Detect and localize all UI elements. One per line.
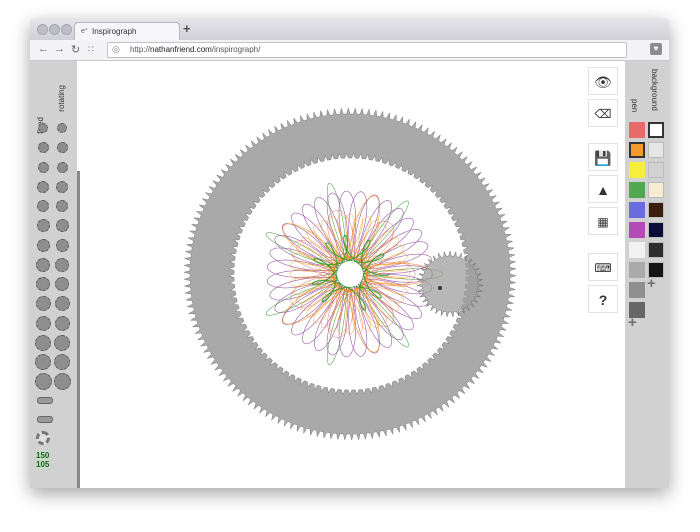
browser-window: e° Inspirograph + ← → ↻ ∷ ◎ http://natha… [30,18,669,488]
rotating-gear-option[interactable] [54,354,70,370]
pen-color-swatch[interactable] [629,202,645,218]
url-text: http://nathanfriend.com/inspirograph/ [130,45,261,54]
rotating-gear-option[interactable] [54,296,70,311]
fixed-gear-option[interactable] [37,142,49,153]
rotating-gear-option[interactable] [56,142,68,153]
fixed-gear-option[interactable] [37,161,49,173]
help-button[interactable]: ? [588,285,618,313]
fixed-gear-option[interactable] [35,354,51,370]
fixed-gear-option[interactable] [35,296,51,311]
rotating-gear-option[interactable] [55,219,69,232]
rotating-gear-option[interactable] [56,161,68,173]
fixed-gear-option[interactable] [37,200,49,212]
keyboard-icon[interactable]: ⌨ [588,253,618,281]
pen-hole [438,286,442,290]
background-color-swatch[interactable] [648,242,664,258]
background-color-swatch[interactable] [648,162,664,178]
app-content: fixed rotating 150 105 👁 ⌫ 💾 ▲ ▦ ⌨ ? bac… [30,61,669,488]
fixed-gear-option[interactable] [35,334,51,351]
background-color-swatch[interactable] [648,122,664,138]
fixed-gear-option[interactable] [36,257,50,272]
fixed-gear-option[interactable] [37,180,49,193]
pen-color-swatch[interactable] [629,122,645,138]
globe-icon: ◎ [112,44,120,54]
gear-grid-icon[interactable]: ▦ [588,207,618,235]
fixed-gear-option[interactable] [36,219,50,232]
favicon-icon: e° [81,28,88,35]
browser-toolbar: ← → ↻ ∷ ◎ http://nathanfriend.com/inspir… [30,40,669,61]
new-tab-button[interactable]: + [183,21,191,36]
close-window-button[interactable] [37,24,48,35]
gear-picker-panel: fixed rotating 150 105 [30,61,77,488]
pen-color-swatch[interactable] [629,242,645,258]
browser-titlebar: e° Inspirograph + [30,18,669,41]
center-hole [337,261,363,287]
bar-gear-option[interactable] [37,416,53,423]
color-panel: background pen + + [625,61,669,488]
toggle-visibility-eye-icon[interactable]: 👁 [588,67,618,95]
background-label: background [650,69,659,111]
rotating-gear-option[interactable] [55,257,69,272]
fixed-gear-option[interactable] [36,277,50,291]
fixed-teeth-count: 150 [36,451,50,460]
bookmark-heart-icon[interactable]: ♥ [650,43,662,55]
minimize-window-button[interactable] [49,24,60,35]
fixed-gear-option[interactable] [38,123,48,133]
back-arrow-icon[interactable]: ← [38,43,49,55]
apps-grid-icon[interactable]: ∷ [88,44,94,55]
fixed-gear-option[interactable] [34,373,52,390]
reload-icon[interactable]: ↻ [71,43,80,56]
background-color-swatch[interactable] [648,182,664,198]
rotating-gear-option[interactable] [56,200,68,212]
tab-title: Inspirograph [92,27,137,36]
zoom-window-button[interactable] [61,24,72,35]
address-bar[interactable]: ◎ http://nathanfriend.com/inspirograph/ [107,42,627,58]
ring-gear-option[interactable] [36,431,50,445]
upload-icon[interactable]: ▲ [588,175,618,203]
background-color-swatch[interactable] [648,222,664,238]
rotating-gear-option[interactable] [55,238,69,252]
add-pen-color-button[interactable]: + [628,314,637,331]
pen-color-swatch[interactable] [629,142,645,158]
fixed-gear-option[interactable] [36,238,50,252]
add-background-color-button[interactable]: + [647,275,656,292]
rotating-gear-option[interactable] [56,180,68,193]
rotating-gear-option[interactable] [53,373,71,390]
forward-arrow-icon[interactable]: → [54,43,65,55]
rotating-teeth-count: 105 [36,460,50,469]
pen-color-swatch[interactable] [629,222,645,238]
background-color-swatch[interactable] [648,202,664,218]
fixed-gear-option[interactable] [35,315,51,331]
rotating-gear-option[interactable] [55,277,69,291]
gear-teeth-counter: 150 105 [36,451,50,469]
rotating-gear-option[interactable] [54,334,70,351]
pen-color-swatch[interactable] [629,282,645,298]
browser-tab[interactable]: e° Inspirograph [74,22,180,41]
pen-color-swatch[interactable] [629,262,645,278]
spirograph-drawing[interactable] [80,61,625,488]
rotating-gear-option[interactable] [57,123,67,133]
bar-gear-option[interactable] [37,397,53,404]
eraser-icon[interactable]: ⌫ [588,99,618,127]
rotating-label: rotating [57,85,66,112]
pen-color-swatch[interactable] [629,182,645,198]
save-floppy-icon[interactable]: 💾 [588,143,618,171]
pen-color-swatch[interactable] [629,162,645,178]
drawing-canvas[interactable] [80,61,625,488]
background-color-swatch[interactable] [648,142,664,158]
rotating-gear-option[interactable] [54,315,70,331]
pen-label: pen [630,99,639,113]
